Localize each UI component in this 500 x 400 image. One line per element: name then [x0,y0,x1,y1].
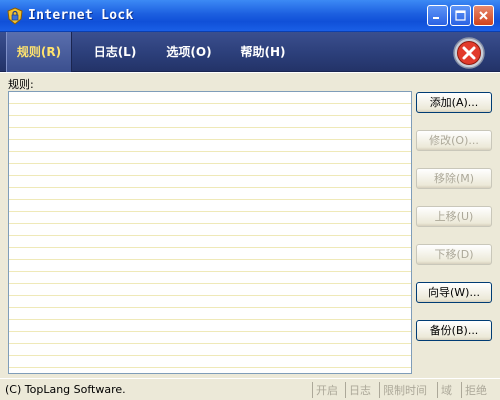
status-enabled: 开启 [312,382,341,398]
menu-bar: 规则(R) 日志(L) 选项(O) 帮助(H) [0,32,500,72]
close-icon [479,11,488,20]
remove-button[interactable]: 移除(M) [416,168,492,189]
rules-list[interactable] [8,91,412,374]
padlock-shield-icon [7,7,23,25]
maximize-button[interactable] [450,5,471,26]
backup-button[interactable]: 备份(B)... [416,320,492,341]
copyright-text: (C) TopLang Software. [5,383,126,396]
minimize-button[interactable] [427,5,448,26]
menu-rules[interactable]: 规则(R) [6,32,72,72]
move-up-button[interactable]: 上移(U) [416,206,492,227]
menu-help[interactable]: 帮助(H) [232,32,294,72]
window-title: Internet Lock [28,8,134,23]
add-button[interactable]: 添加(A)... [416,92,492,113]
minimize-icon [433,17,439,19]
move-down-button[interactable]: 下移(D) [416,244,492,265]
close-button[interactable] [473,5,494,26]
wizard-button[interactable]: 向导(W)... [416,282,492,303]
status-bar: (C) TopLang Software. 开启 日志 限制时间 域 拒绝 [0,378,500,400]
status-deny: 拒绝 [461,382,490,398]
edit-button[interactable]: 修改(O)... [416,130,492,151]
status-domain: 域 [437,382,455,398]
menu-log[interactable]: 日志(L) [84,32,146,72]
red-x-icon[interactable] [452,36,486,70]
title-bar[interactable]: Internet Lock [0,0,500,32]
rules-panel: 规则: 添加(A)... 修改(O)... 移除(M) 上移(U) 下移(D) … [0,73,500,378]
rules-label: 规则: [8,78,34,91]
menu-options[interactable]: 选项(O) [158,32,220,72]
status-log: 日志 [345,382,374,398]
maximize-icon [455,10,466,21]
status-time-limit: 限制时间 [379,382,430,398]
